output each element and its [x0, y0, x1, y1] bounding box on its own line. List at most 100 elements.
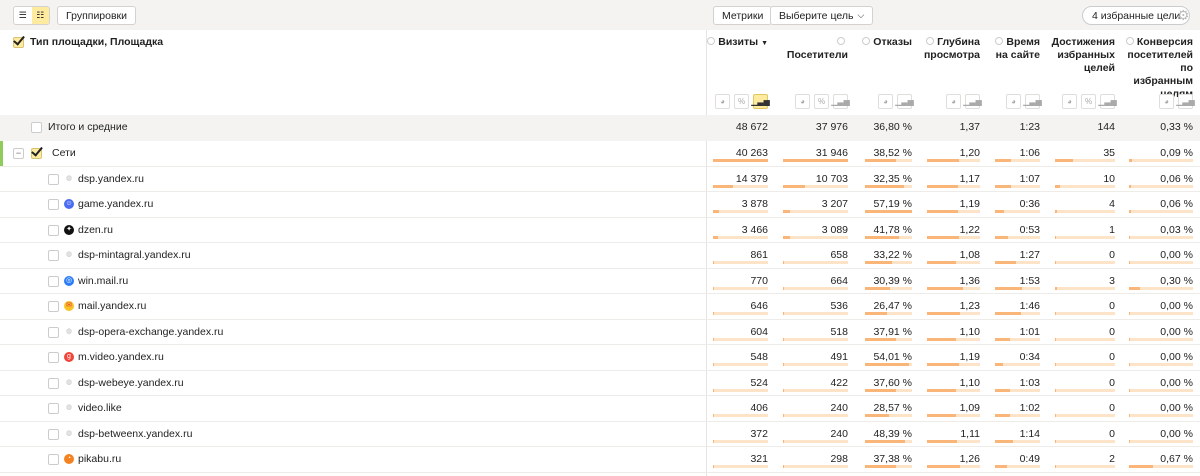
site-row[interactable]: ◔ pikabu.ru 321 298 37,38 % 1,26 0:49 2 0,67 %	[0, 447, 1200, 473]
metric-bar	[865, 159, 912, 162]
dimension-checkbox[interactable]	[13, 36, 24, 48]
gear-icon[interactable]: ⚙	[1177, 8, 1190, 22]
row-label[interactable]: dsp-betweenx.yandex.ru	[78, 428, 192, 440]
metric-header[interactable]: Глубина просмотра	[920, 36, 980, 62]
row-checkbox[interactable]	[48, 199, 59, 210]
metric-header[interactable]: Конверсия посетителей по избранным целям	[1122, 36, 1193, 101]
site-row[interactable]: ◍ dsp-webeye.yandex.ru 524 422 37,60 % 1,10 1:…	[0, 371, 1200, 396]
site-row[interactable]: ◍ dsp-opera-exchange.yandex.ru 604 518 37,91…	[0, 320, 1200, 345]
row-checkbox[interactable]	[48, 403, 59, 414]
row-label[interactable]: video.like	[78, 402, 122, 414]
metric-view-icons: ◕% ▁▃▅	[766, 94, 850, 109]
metric-header[interactable]: Посетители	[776, 36, 848, 62]
metric-bar	[1055, 337, 1115, 341]
pie-chart-icon[interactable]: ◕	[1006, 94, 1021, 109]
help-icon[interactable]	[926, 37, 935, 45]
metric-bar	[713, 388, 768, 392]
row-label[interactable]: pikabu.ru	[78, 453, 121, 465]
metric-bar	[865, 363, 912, 366]
metric-value: 1	[1109, 223, 1115, 236]
help-icon[interactable]	[995, 37, 1004, 45]
site-row[interactable]: ◍ dsp-mintagral.yandex.ru 861 658 33,22 % 1,0…	[0, 243, 1200, 269]
pie-chart-icon[interactable]: ◕	[1159, 94, 1174, 109]
row-checkbox[interactable]	[48, 454, 59, 465]
favorite-goals-button[interactable]: 4 избранные цели	[1082, 6, 1191, 25]
metric-value: 4	[1109, 198, 1115, 210]
row-label[interactable]: dsp-webeye.yandex.ru	[78, 377, 184, 389]
globe-favicon-icon: ◍	[64, 250, 74, 260]
metric-bar	[927, 210, 980, 213]
bar-chart-icon[interactable]: ▁▃▅	[831, 94, 850, 109]
view-toggle[interactable]: ☰ ☷	[13, 6, 50, 25]
site-row[interactable]: ✦ dzen.ru 3 466 3 089 41,78 % 1,22 0:53 1 0,03 %	[0, 218, 1200, 243]
tree-view-icon[interactable]: ☷	[31, 7, 49, 24]
groupings-button[interactable]: Группировки	[57, 6, 137, 25]
goal-select[interactable]: Выберите цель ⌵	[770, 6, 874, 25]
metric-bar	[865, 465, 912, 468]
row-checkbox[interactable]	[48, 352, 59, 363]
row-checkbox[interactable]	[48, 301, 59, 312]
metric-bar	[927, 439, 980, 443]
percent-icon[interactable]: %	[1081, 94, 1096, 109]
metric-bar	[783, 210, 848, 213]
pie-chart-icon[interactable]: ◕	[715, 94, 730, 109]
row-label[interactable]: dsp.yandex.ru	[78, 173, 144, 185]
row-label[interactable]: win.mail.ru	[78, 275, 128, 287]
metric-value: 604	[750, 325, 768, 338]
group-row[interactable]: − Сети 40 263 31 946 38,52 % 1,20 1:06 35 0,09 %	[0, 141, 1200, 167]
metric-header[interactable]: Визиты ▼	[706, 36, 768, 50]
metric-header[interactable]: Время на сайте	[988, 36, 1040, 62]
metric-bar	[783, 414, 848, 417]
row-checkbox[interactable]	[48, 326, 59, 338]
row-label[interactable]: mail.yandex.ru	[78, 300, 146, 312]
site-row[interactable]: ◎ win.mail.ru 770 664 30,39 % 1,36 1:53 3 0,30 %	[0, 269, 1200, 294]
help-icon[interactable]	[707, 37, 716, 45]
list-view-icon[interactable]: ☰	[14, 7, 32, 24]
percent-icon[interactable]: %	[734, 94, 749, 109]
metric-value: 26,47 %	[873, 300, 912, 312]
row-label[interactable]: dsp-mintagral.yandex.ru	[78, 249, 191, 261]
metric-bar	[783, 184, 848, 188]
row-label[interactable]: game.yandex.ru	[78, 198, 153, 210]
row-checkbox[interactable]	[31, 148, 42, 159]
site-row[interactable]: ◍ dsp.yandex.ru 14 379 10 703 32,35 % 1,17 1:0…	[0, 167, 1200, 192]
pie-chart-icon[interactable]: ◕	[795, 94, 810, 109]
bar-chart-icon[interactable]: ▁▃▅	[1176, 94, 1195, 109]
help-icon[interactable]	[837, 37, 845, 45]
metric-header[interactable]: Отказы	[858, 36, 912, 49]
site-row[interactable]: ✉ mail.yandex.ru 646 536 26,47 % 1,23 1:46 0 0,0…	[0, 294, 1200, 320]
row-label[interactable]: m.video.yandex.ru	[78, 351, 164, 363]
site-row[interactable]: ◍ video.like 406 240 28,57 % 1,09 1:02 0 0,00 %	[0, 396, 1200, 422]
metric-value: 1:14	[1019, 427, 1040, 440]
row-checkbox[interactable]	[48, 173, 59, 185]
metric-value: 1,20	[959, 147, 980, 159]
row-checkbox[interactable]	[48, 428, 59, 440]
metric-header[interactable]: Достижения избранных целей	[1048, 36, 1115, 75]
pie-chart-icon[interactable]: ◕	[878, 94, 893, 109]
metric-bar	[783, 363, 848, 366]
metric-value: 37,60 %	[873, 376, 912, 389]
metric-value: 0,67 %	[1160, 453, 1193, 465]
percent-icon[interactable]: %	[814, 94, 829, 109]
row-checkbox[interactable]	[48, 275, 59, 287]
row-checkbox[interactable]	[48, 250, 59, 261]
globe-favicon-icon: ◍	[64, 173, 74, 184]
total-row[interactable]: Итого и средние 48 672 37 976 36,80 % 1,37 1:…	[0, 115, 1200, 141]
help-icon[interactable]	[862, 37, 871, 45]
pie-chart-icon[interactable]: ◕	[1062, 94, 1077, 109]
row-checkbox[interactable]	[48, 224, 59, 236]
row-label[interactable]: dsp-opera-exchange.yandex.ru	[78, 326, 223, 338]
metric-value: 3 466	[741, 223, 768, 236]
metric-value: 1:53	[1019, 274, 1040, 287]
collapse-button[interactable]: −	[13, 148, 24, 159]
pie-chart-icon[interactable]: ◕	[946, 94, 961, 109]
metrics-button[interactable]: Метрики	[713, 6, 773, 25]
site-row[interactable]: g m.video.yandex.ru 548 491 54,01 % 1,19 0:34 0…	[0, 345, 1200, 371]
help-icon[interactable]	[1125, 37, 1134, 45]
row-checkbox[interactable]	[48, 377, 59, 389]
row-label[interactable]: dzen.ru	[78, 224, 113, 236]
site-row[interactable]: ◍ dsp-betweenx.yandex.ru 372 240 48,39 % 1,11…	[0, 422, 1200, 447]
site-row[interactable]: ☺ game.yandex.ru 3 878 3 207 57,19 % 1,19 0:36…	[0, 192, 1200, 218]
row-checkbox[interactable]	[31, 122, 42, 133]
sort-desc-icon[interactable]: ▼	[761, 40, 768, 47]
